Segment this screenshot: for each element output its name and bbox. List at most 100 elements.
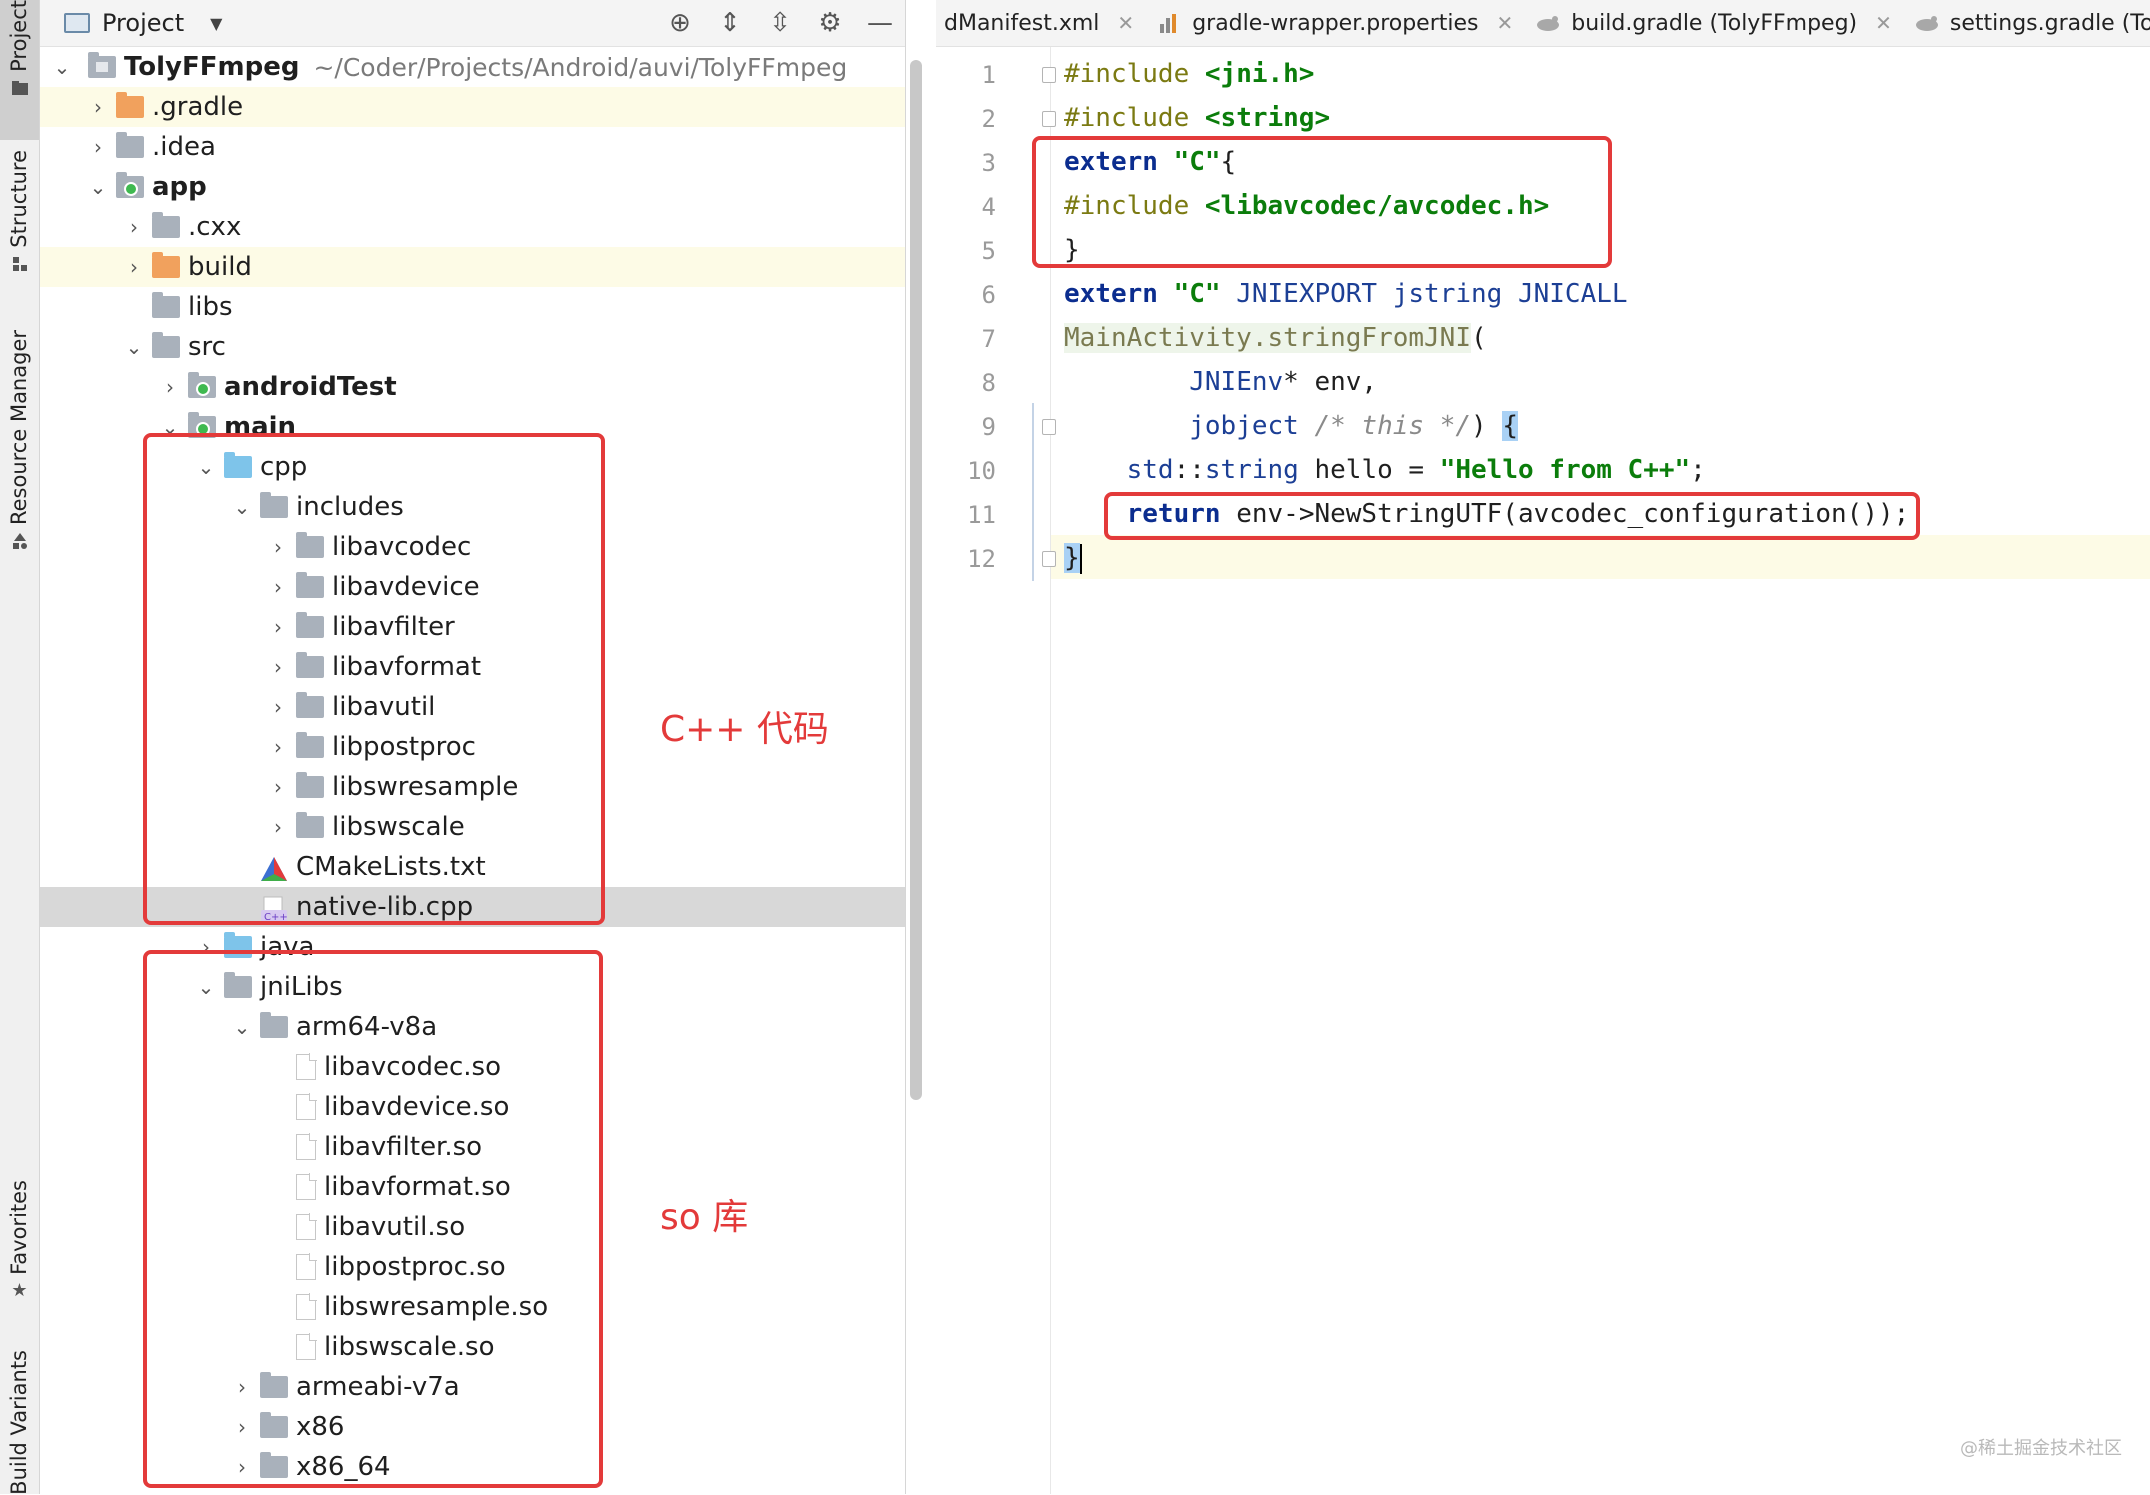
extern-c-highlight-box <box>1032 136 1612 268</box>
watermark: @稀土掘金技术社区 <box>1960 1438 2122 1459</box>
tree-item[interactable]: ⌄ app <box>40 167 905 207</box>
chevron-right-icon[interactable]: › <box>156 375 184 399</box>
close-icon[interactable]: ✕ <box>1497 11 1514 35</box>
cpp-annotation-label: C++ 代码 <box>660 709 829 750</box>
gradle-icon <box>1914 12 1940 34</box>
editor-tab[interactable]: gradle-wrapper.properties ✕ <box>1148 0 1527 46</box>
folder-icon <box>152 212 180 238</box>
project-title: Project <box>102 9 185 37</box>
tool-tab-label: Build Variants <box>7 1350 31 1495</box>
properties-icon <box>1156 12 1182 34</box>
line-number: 5 <box>981 237 996 265</box>
fold-marker-icon[interactable] <box>1042 551 1056 567</box>
code-line-6[interactable]: extern "C" JNIEXPORT jstring JNICALL <box>1064 272 1628 316</box>
folder-icon <box>116 92 144 118</box>
tree-item[interactable]: ⌄ src <box>40 327 905 367</box>
expand-all-icon[interactable]: ⇕ <box>705 8 755 38</box>
tree-item[interactable]: › .cxx <box>40 207 905 247</box>
editor-tabs: dManifest.xml ✕ gradle-wrapper.propertie… <box>936 0 2150 47</box>
code-line-9[interactable]: jobject /* this */) { <box>1064 404 1518 448</box>
editor-tab[interactable]: dManifest.xml ✕ <box>936 0 1148 46</box>
line-number: 8 <box>981 369 996 397</box>
locate-icon[interactable]: ⊕ <box>655 8 705 38</box>
line-number: 9 <box>981 413 996 441</box>
fold-marker-icon[interactable] <box>1042 111 1056 127</box>
tool-tab-build-variants[interactable]: Build Variants <box>0 1350 39 1495</box>
close-icon[interactable]: ✕ <box>1875 11 1892 35</box>
editor-tab-label: gradle-wrapper.properties <box>1192 10 1479 36</box>
chevron-right-icon[interactable]: › <box>84 95 112 119</box>
line-number: 3 <box>981 149 996 177</box>
chevron-right-icon[interactable]: › <box>120 255 148 279</box>
tool-tab-project[interactable]: Project <box>0 0 39 140</box>
tree-item[interactable]: › .gradle <box>40 87 905 127</box>
folder-icon <box>152 332 180 358</box>
line-number: 6 <box>981 281 996 309</box>
tool-tab-favorites[interactable]: Favorites ★ <box>0 1180 39 1320</box>
collapse-all-icon[interactable]: ⇳ <box>755 8 805 38</box>
project-toolbar-icons: ⊕ ⇕ ⇳ ⚙ — <box>655 6 905 40</box>
scrollbar-thumb[interactable] <box>910 60 922 1100</box>
gear-icon[interactable]: ⚙ <box>805 8 855 38</box>
chevron-down-icon[interactable]: ⌄ <box>120 335 148 359</box>
tree-item-label: build <box>188 252 252 282</box>
cpp-highlight-box <box>143 433 605 925</box>
editor-tab[interactable]: settings.gradle (TolyFFmpeg) <box>1906 0 2150 46</box>
line-number: 1 <box>981 61 996 89</box>
tree-item[interactable]: › build <box>40 247 905 287</box>
tree-item-label: libs <box>188 292 233 322</box>
line-number: 12 <box>967 545 996 573</box>
folder-icon <box>116 132 144 158</box>
current-line-highlight <box>936 535 2150 579</box>
folder-icon <box>10 78 30 98</box>
root-project-name: TolyFFmpeg <box>124 52 300 82</box>
chevron-down-icon[interactable]: ⌄ <box>48 55 76 79</box>
fold-marker-icon[interactable] <box>1042 67 1056 83</box>
tree-item[interactable]: › androidTest <box>40 367 905 407</box>
tool-window-strip: Project Structure Resource Manager Favor… <box>0 0 40 1495</box>
hide-icon[interactable]: — <box>855 8 905 38</box>
tool-tab-resource-manager[interactable]: Resource Manager <box>0 330 39 570</box>
line-number: 4 <box>981 193 996 221</box>
tree-root[interactable]: ⌄ TolyFFmpeg ~/Coder/Projects/Android/au… <box>40 47 905 87</box>
editor-tab-label: dManifest.xml <box>944 10 1100 36</box>
close-icon[interactable]: ✕ <box>1117 11 1134 35</box>
folder-icon <box>188 372 216 398</box>
code-line-10[interactable]: std::string hello = "Hello from C++"; <box>1064 448 1706 492</box>
tree-item-label: .gradle <box>152 92 244 122</box>
chevron-down-icon: ▼ <box>210 13 223 33</box>
code-line-7[interactable]: MainActivity.stringFromJNI( <box>1064 316 1487 360</box>
code-line-1[interactable]: #include <jni.h> <box>1064 52 1314 96</box>
editor-tab-label: settings.gradle (TolyFFmpeg) <box>1949 10 2150 36</box>
code-line-12[interactable]: } <box>1064 536 1082 580</box>
folder-icon <box>116 172 144 198</box>
editor-tab[interactable]: build.gradle (TolyFFmpeg) ✕ <box>1527 0 1906 46</box>
chevron-down-icon[interactable]: ⌄ <box>84 175 112 199</box>
text-caret <box>1079 543 1082 574</box>
line-number: 10 <box>967 457 996 485</box>
tree-item-label: .cxx <box>188 212 242 242</box>
root-project-path: ~/Coder/Projects/Android/auvi/TolyFFmpeg <box>313 52 848 82</box>
return-line-highlight-box <box>1104 492 1920 540</box>
so-highlight-box <box>143 950 603 1488</box>
resource-manager-icon <box>10 531 30 551</box>
indent-guide <box>1032 403 1034 581</box>
project-toolbar: Project ▼ ⊕ ⇕ ⇳ ⚙ — <box>40 0 905 47</box>
line-number: 7 <box>981 325 996 353</box>
code-line-8[interactable]: JNIEnv* env, <box>1064 360 1377 404</box>
tree-item[interactable]: › .idea <box>40 127 905 167</box>
tool-tab-label: Project <box>7 0 31 72</box>
code-line-2[interactable]: #include <string> <box>1064 96 1330 140</box>
chevron-right-icon[interactable]: › <box>84 135 112 159</box>
folder-icon <box>152 252 180 278</box>
tree-item-label: app <box>152 172 207 202</box>
tree-item-label: .idea <box>152 132 216 162</box>
line-number: 11 <box>967 501 996 529</box>
tool-tab-label: Resource Manager <box>7 330 31 526</box>
fold-marker-icon[interactable] <box>1042 419 1056 435</box>
folder-icon <box>152 292 180 318</box>
tree-item[interactable]: libs <box>40 287 905 327</box>
chevron-right-icon[interactable]: › <box>120 215 148 239</box>
project-view-selector[interactable]: Project ▼ <box>64 8 222 38</box>
tool-tab-structure[interactable]: Structure <box>0 150 39 290</box>
